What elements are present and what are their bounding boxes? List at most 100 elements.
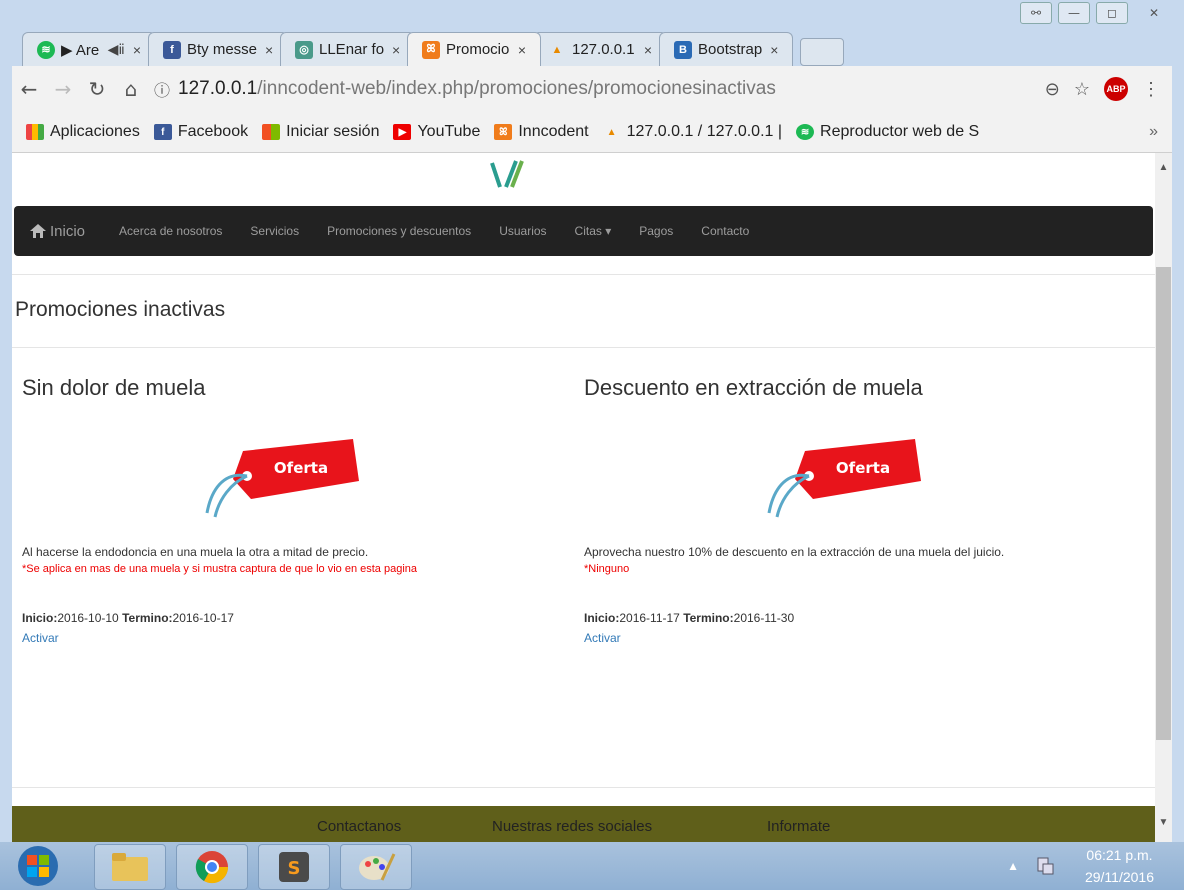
youtube-icon: ▶	[393, 124, 412, 140]
bookmark-star-icon[interactable]: ☆	[1074, 79, 1090, 100]
clock-date: 29/11/2016	[1084, 869, 1154, 885]
tab-close-icon[interactable]: ×	[771, 42, 779, 58]
bookmark-apps[interactable]: Aplicaciones	[26, 123, 140, 141]
clock[interactable]: 06:21 p.m. 29/11/2016	[1085, 844, 1154, 888]
bookmarks-overflow-icon[interactable]: »	[1149, 123, 1158, 141]
bookmark-label: 127.0.0.1 / 127.0.0.1 |	[626, 123, 783, 140]
bookmark-phpmyadmin[interactable]: ▲ 127.0.0.1 / 127.0.0.1 |	[603, 123, 782, 141]
reload-icon[interactable]: ↻	[80, 77, 114, 101]
tray-expand-icon[interactable]: ▲	[1007, 859, 1019, 873]
address-bar[interactable]: ⓘ 127.0.0.1/inncodent-web/index.php/prom…	[154, 74, 1045, 104]
home-icon[interactable]: ⌂	[114, 77, 148, 101]
new-tab-button[interactable]	[799, 38, 844, 66]
divider	[12, 787, 1155, 788]
page-title: Promociones inactivas	[15, 298, 226, 321]
bookmark-label: Inncodent	[518, 123, 589, 140]
xampp-icon: ꕤ	[494, 124, 513, 140]
back-arrow-icon[interactable]: ←	[12, 77, 46, 101]
network-icon[interactable]	[1035, 856, 1055, 876]
tab-promociones[interactable]: ꕤ Promocio ×	[407, 32, 542, 66]
footer-contactanos[interactable]: Contactanos	[317, 818, 401, 835]
nav-usuarios[interactable]: Usuarios	[499, 224, 546, 238]
offer-tag-icon: Oferta	[205, 439, 359, 518]
scroll-up-icon[interactable]: ▲	[1155, 159, 1172, 177]
nav-acerca[interactable]: Acerca de nosotros	[119, 224, 222, 238]
phpmyadmin-icon: ▲	[606, 126, 617, 138]
end-label: Termino:	[683, 611, 734, 625]
bookmark-youtube[interactable]: ▶ YouTube	[393, 123, 480, 141]
page-scrollbar[interactable]: ▲ ▼	[1155, 153, 1172, 842]
folder-icon	[112, 853, 148, 881]
user-icon[interactable]: ⚯	[1020, 2, 1052, 24]
spotify-icon: ≋	[796, 124, 815, 140]
bookmark-inncodent[interactable]: ꕤ Inncodent	[494, 123, 589, 141]
bookmark-spotify[interactable]: ≋ Reproductor web de S	[796, 123, 979, 141]
tab-close-icon[interactable]: ×	[518, 42, 526, 58]
tab-close-icon[interactable]: ×	[392, 42, 400, 58]
bookmark-label: Facebook	[177, 123, 249, 140]
tab-bootstrap[interactable]: B Bootstrap ×	[659, 32, 794, 66]
divider	[12, 274, 1155, 275]
nav-contacto[interactable]: Contacto	[701, 224, 749, 238]
page-viewport: Inicio Acerca de nosotros Servicios Prom…	[12, 153, 1155, 842]
url-host: 127.0.0.1	[178, 78, 258, 99]
tab-label: Bty messe	[187, 41, 258, 58]
promo-note: *Se aplica en mas de una muela y si must…	[22, 563, 418, 575]
zoom-icon[interactable]: ⊖	[1045, 79, 1060, 100]
url-path: /inncodent-web/index.php/promociones/pro…	[257, 78, 776, 99]
tab-llenar[interactable]: ◎ LLEnar fo ×	[280, 32, 416, 66]
activate-link[interactable]: Activar	[22, 631, 59, 645]
menu-icon[interactable]: ⋮	[1142, 79, 1160, 100]
bookmark-iniciar-sesion[interactable]: Iniciar sesión	[262, 123, 379, 141]
taskbar-paint[interactable]	[340, 844, 412, 890]
promo-dates: Inicio:2016-10-10 Termino:2016-10-17	[22, 611, 234, 625]
xampp-icon: ꕤ	[422, 40, 441, 59]
tab-phpmyadmin[interactable]: ▲ 127.0.0.1 ×	[533, 32, 668, 66]
promo-description: Aprovecha nuestro 10% de descuento en la…	[584, 545, 1005, 559]
start-button[interactable]	[8, 842, 68, 890]
toolbar-actions: ⊖ ☆ ABP ⋮	[1045, 77, 1160, 101]
tab-close-icon[interactable]: ×	[644, 42, 652, 58]
svg-text:S: S	[288, 858, 301, 879]
bookmark-facebook[interactable]: f Facebook	[153, 123, 249, 141]
facebook-icon: f	[153, 124, 172, 140]
tab-label: ▶ Are	[61, 41, 100, 59]
tab-close-icon[interactable]: ×	[265, 42, 273, 58]
taskbar-chrome[interactable]	[176, 844, 248, 890]
end-date: 2016-10-17	[172, 611, 234, 625]
logo-icon	[490, 160, 524, 188]
tab-facebook[interactable]: f Bty messe ×	[148, 32, 289, 66]
taskbar-explorer[interactable]	[94, 844, 166, 890]
activate-link[interactable]: Activar	[584, 631, 621, 645]
nav-servicios[interactable]: Servicios	[250, 224, 299, 238]
info-icon[interactable]: ⓘ	[154, 77, 170, 101]
close-window-button[interactable]: ✕	[1134, 3, 1174, 23]
nav-home[interactable]: Inicio	[30, 223, 85, 240]
bookmark-label: YouTube	[417, 123, 481, 140]
apps-grid-icon	[26, 124, 44, 140]
maximize-button[interactable]: ◻	[1096, 2, 1128, 24]
minimize-button[interactable]: —	[1058, 2, 1090, 24]
footer-redes-sociales[interactable]: Nuestras redes sociales	[492, 818, 652, 835]
footer-informate[interactable]: Informate	[767, 818, 830, 835]
nav-promociones[interactable]: Promociones y descuentos	[327, 224, 471, 238]
tab-spotify[interactable]: ≋ ▶ Are ◀ⅱ ×	[22, 32, 156, 66]
tab-close-icon[interactable]: ×	[133, 42, 141, 58]
forward-arrow-icon[interactable]: →	[46, 77, 80, 101]
adblock-icon[interactable]: ABP	[1104, 77, 1128, 101]
promo-title: Sin dolor de muela	[22, 375, 206, 400]
taskbar-sublime[interactable]: S	[258, 844, 330, 890]
bookmark-label: Aplicaciones	[50, 123, 140, 140]
spotify-icon: ≋	[37, 40, 55, 59]
promo-card: Descuento en extracción de muela Oferta …	[577, 375, 1117, 645]
nav-home-label: Inicio	[50, 222, 86, 240]
audio-icon[interactable]: ◀ⅱ	[108, 41, 125, 58]
llenar-icon: ◎	[295, 40, 314, 59]
clock-time: 06:21 p.m.	[1086, 847, 1153, 863]
nav-pagos[interactable]: Pagos	[639, 224, 673, 238]
chrome-icon	[195, 851, 229, 884]
site-footer: Contactanos Nuestras redes sociales Info…	[12, 806, 1155, 842]
scroll-thumb[interactable]	[1156, 267, 1171, 740]
nav-citas-dropdown[interactable]: Citas ▾	[575, 224, 612, 238]
scroll-down-icon[interactable]: ▼	[1155, 814, 1172, 832]
